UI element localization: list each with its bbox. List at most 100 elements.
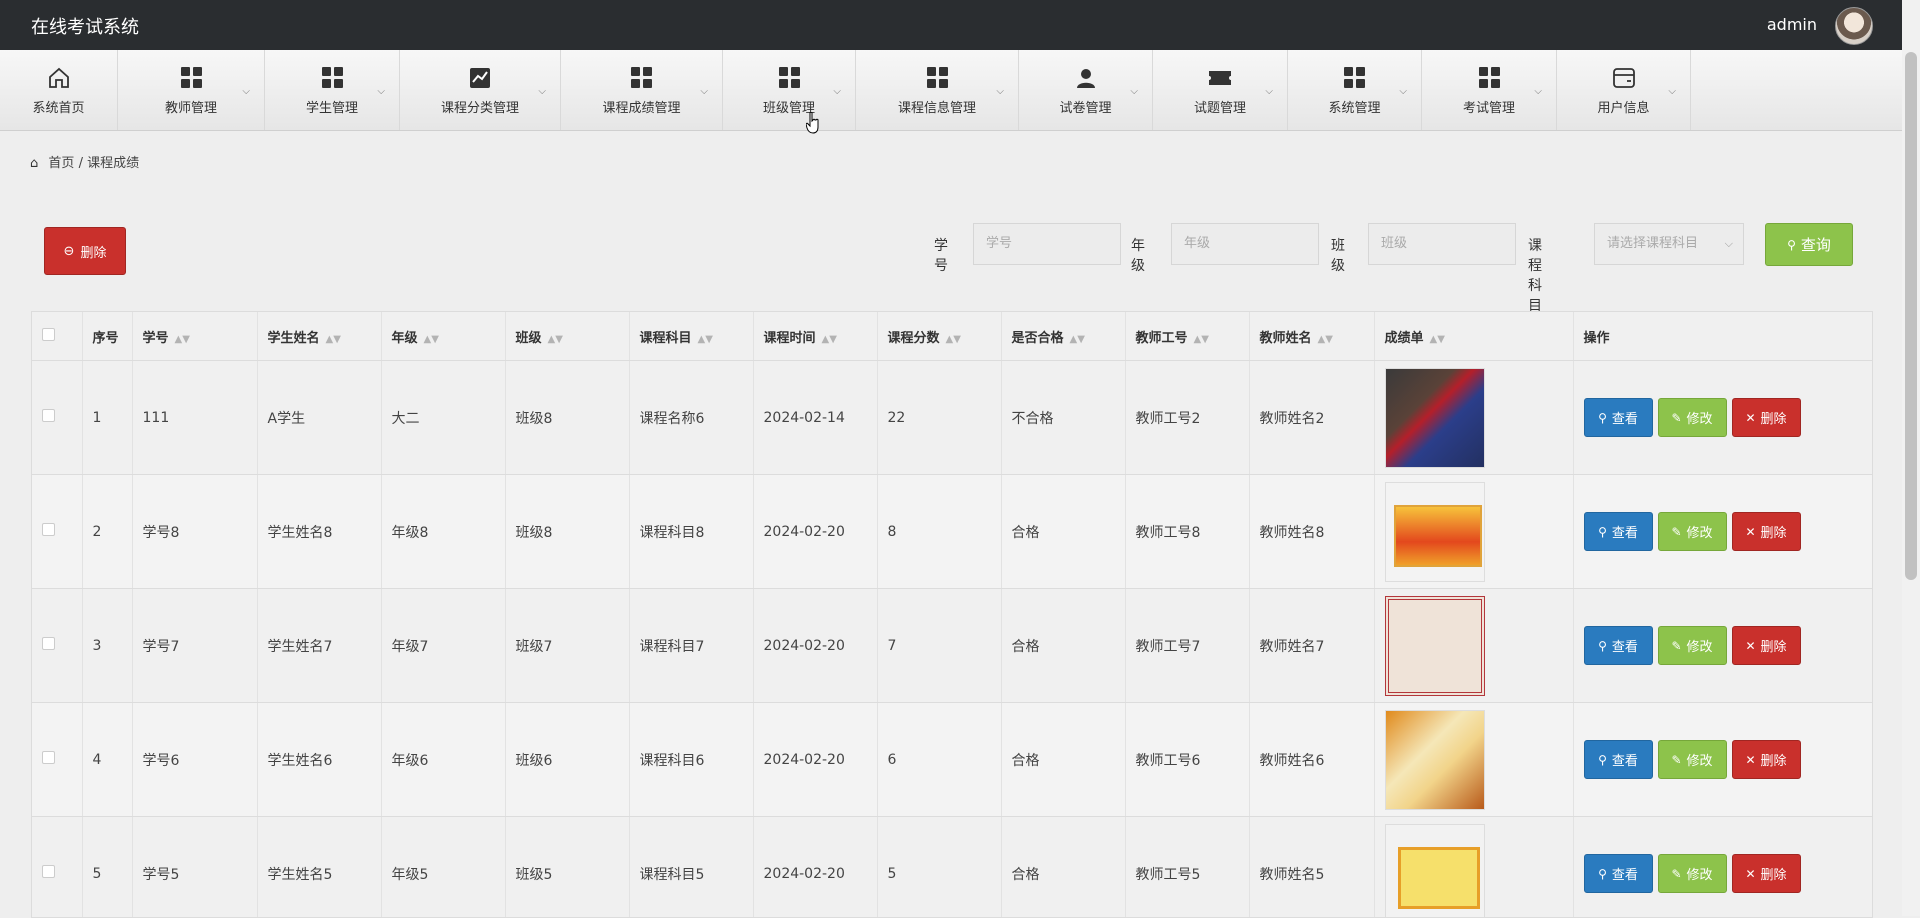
minus-circle-icon: ⊖ bbox=[64, 244, 75, 259]
edit-button[interactable]: ✎修改 bbox=[1658, 398, 1727, 437]
sort-icon[interactable]: ▲▼ bbox=[698, 334, 713, 345]
edit-button[interactable]: ✎修改 bbox=[1658, 740, 1727, 779]
cell-student-name: 学生姓名8 bbox=[257, 475, 381, 589]
edit-label: 修改 bbox=[1687, 636, 1713, 655]
user-name[interactable]: admin bbox=[1767, 15, 1817, 34]
header-grade[interactable]: 年级▲▼ bbox=[381, 312, 505, 361]
edit-button[interactable]: ✎修改 bbox=[1658, 854, 1727, 893]
transcript-image[interactable] bbox=[1385, 824, 1485, 918]
grid-icon bbox=[1342, 65, 1368, 91]
close-icon: ✕ bbox=[1745, 411, 1755, 425]
nav-item-home[interactable]: 系统首页 bbox=[0, 50, 118, 130]
sort-icon[interactable]: ▲▼ bbox=[822, 334, 837, 345]
subject-select[interactable]: 请选择课程科目 ⌵ bbox=[1594, 223, 1744, 265]
row-checkbox[interactable] bbox=[42, 751, 55, 764]
delete-button[interactable]: ✕删除 bbox=[1732, 398, 1801, 437]
class-input[interactable]: 班级 bbox=[1368, 223, 1516, 265]
transcript-image[interactable] bbox=[1385, 482, 1485, 582]
nav-item-class[interactable]: 班级管理 ⌵ bbox=[723, 50, 856, 130]
nav-item-question[interactable]: 试题管理 ⌵ bbox=[1153, 50, 1288, 130]
row-select-cell[interactable] bbox=[32, 589, 82, 703]
row-select-cell[interactable] bbox=[32, 703, 82, 817]
cell-grade: 年级8 bbox=[381, 475, 505, 589]
header-teacher-id[interactable]: 教师工号▲▼ bbox=[1125, 312, 1249, 361]
header-class[interactable]: 班级 ▲▼ bbox=[505, 312, 629, 361]
nav-item-exam[interactable]: 考试管理 ⌵ bbox=[1422, 50, 1557, 130]
view-button[interactable]: ⚲查看 bbox=[1584, 854, 1653, 893]
delete-button[interactable]: ✕删除 bbox=[1732, 626, 1801, 665]
scrollbar-thumb[interactable] bbox=[1905, 52, 1917, 580]
sort-icon[interactable]: ▲▼ bbox=[1430, 334, 1445, 345]
header-score[interactable]: 课程分数▲▼ bbox=[877, 312, 1001, 361]
header-student-name[interactable]: 学生姓名▲▼ bbox=[257, 312, 381, 361]
vertical-scrollbar[interactable] bbox=[1902, 0, 1920, 916]
cell-student-id: 学号7 bbox=[132, 589, 257, 703]
header-pass[interactable]: 是否合格▲▼ bbox=[1001, 312, 1125, 361]
nav-item-course-info[interactable]: 课程信息管理 ⌵ bbox=[856, 50, 1019, 130]
nav-item-exam-paper[interactable]: 试卷管理 ⌵ bbox=[1019, 50, 1153, 130]
nav-item-system[interactable]: 系统管理 ⌵ bbox=[1288, 50, 1422, 130]
header-time[interactable]: 课程时间▲▼ bbox=[753, 312, 877, 361]
cell-pass: 合格 bbox=[1001, 589, 1125, 703]
chevron-down-icon: ⌵ bbox=[833, 86, 841, 97]
delete-button[interactable]: ✕删除 bbox=[1732, 854, 1801, 893]
cell-student-id: 111 bbox=[132, 361, 257, 475]
row-checkbox[interactable] bbox=[42, 409, 55, 422]
nav-label: 系统管理 bbox=[1328, 97, 1380, 116]
view-button[interactable]: ⚲查看 bbox=[1584, 398, 1653, 437]
view-button[interactable]: ⚲查看 bbox=[1584, 740, 1653, 779]
edit-button[interactable]: ✎修改 bbox=[1658, 512, 1727, 551]
row-checkbox[interactable] bbox=[42, 865, 55, 878]
nav-item-teacher[interactable]: 教师管理 ⌵ bbox=[118, 50, 265, 130]
delete-button[interactable]: ✕删除 bbox=[1732, 740, 1801, 779]
student-id-input[interactable]: 学号 bbox=[973, 223, 1121, 265]
header-index: 序号 bbox=[82, 312, 132, 361]
select-all-cell[interactable] bbox=[32, 312, 82, 361]
grade-input[interactable]: 年级 bbox=[1171, 223, 1319, 265]
sort-icon[interactable]: ▲▼ bbox=[424, 334, 439, 345]
row-select-cell[interactable] bbox=[32, 361, 82, 475]
nav-item-user-info[interactable]: 用户信息 ⌵ bbox=[1557, 50, 1691, 130]
header-actions: 操作 bbox=[1573, 312, 1872, 361]
row-select-cell[interactable] bbox=[32, 475, 82, 589]
header-transcript[interactable]: 成绩单▲▼ bbox=[1374, 312, 1573, 361]
close-icon: ✕ bbox=[1745, 525, 1755, 539]
nav-item-course-category[interactable]: 课程分类管理 ⌵ bbox=[400, 50, 561, 130]
delete-button[interactable]: ✕删除 bbox=[1732, 512, 1801, 551]
cell-grade: 年级7 bbox=[381, 589, 505, 703]
view-button[interactable]: ⚲查看 bbox=[1584, 626, 1653, 665]
select-all-checkbox[interactable] bbox=[42, 328, 55, 341]
main-nav: 系统首页 教师管理 ⌵ 学生管理 ⌵ 课程分类管理 ⌵ 课程成绩管理 ⌵ 班级管… bbox=[0, 50, 1902, 131]
row-checkbox[interactable] bbox=[42, 637, 55, 650]
edit-button[interactable]: ✎修改 bbox=[1658, 626, 1727, 665]
row-select-cell[interactable] bbox=[32, 817, 82, 918]
transcript-image[interactable] bbox=[1385, 710, 1485, 810]
cell-pass: 合格 bbox=[1001, 817, 1125, 918]
transcript-image[interactable] bbox=[1385, 368, 1485, 468]
sort-icon[interactable]: ▲▼ bbox=[1318, 334, 1333, 345]
nav-label: 教师管理 bbox=[165, 97, 217, 116]
nav-item-student[interactable]: 学生管理 ⌵ bbox=[265, 50, 400, 130]
sort-icon[interactable]: ▲▼ bbox=[175, 334, 190, 345]
sort-icon[interactable]: ▲▼ bbox=[946, 334, 961, 345]
nav-item-course-score[interactable]: 课程成绩管理 ⌵ bbox=[561, 50, 723, 130]
header-teacher-name[interactable]: 教师姓名▲▼ bbox=[1249, 312, 1374, 361]
sort-icon[interactable]: ▲▼ bbox=[548, 334, 563, 345]
row-checkbox[interactable] bbox=[42, 523, 55, 536]
header-subject[interactable]: 课程科目▲▼ bbox=[629, 312, 753, 361]
avatar[interactable] bbox=[1835, 7, 1873, 45]
view-button[interactable]: ⚲查看 bbox=[1584, 512, 1653, 551]
breadcrumb-home[interactable]: 首页 bbox=[48, 156, 74, 171]
cell-student-id: 学号6 bbox=[132, 703, 257, 817]
query-button[interactable]: ⚲ 查询 bbox=[1765, 223, 1853, 266]
sort-icon[interactable]: ▲▼ bbox=[1194, 334, 1209, 345]
batch-delete-button[interactable]: ⊖ 删除 bbox=[44, 227, 126, 275]
header-label: 班级 bbox=[516, 331, 542, 346]
header-student-id[interactable]: 学号▲▼ bbox=[132, 312, 257, 361]
edit-label: 修改 bbox=[1687, 864, 1713, 883]
grid-icon bbox=[178, 65, 204, 91]
sort-icon[interactable]: ▲▼ bbox=[1070, 334, 1085, 345]
transcript-image[interactable] bbox=[1385, 596, 1485, 696]
cell-student-name: A学生 bbox=[257, 361, 381, 475]
sort-icon[interactable]: ▲▼ bbox=[326, 334, 341, 345]
